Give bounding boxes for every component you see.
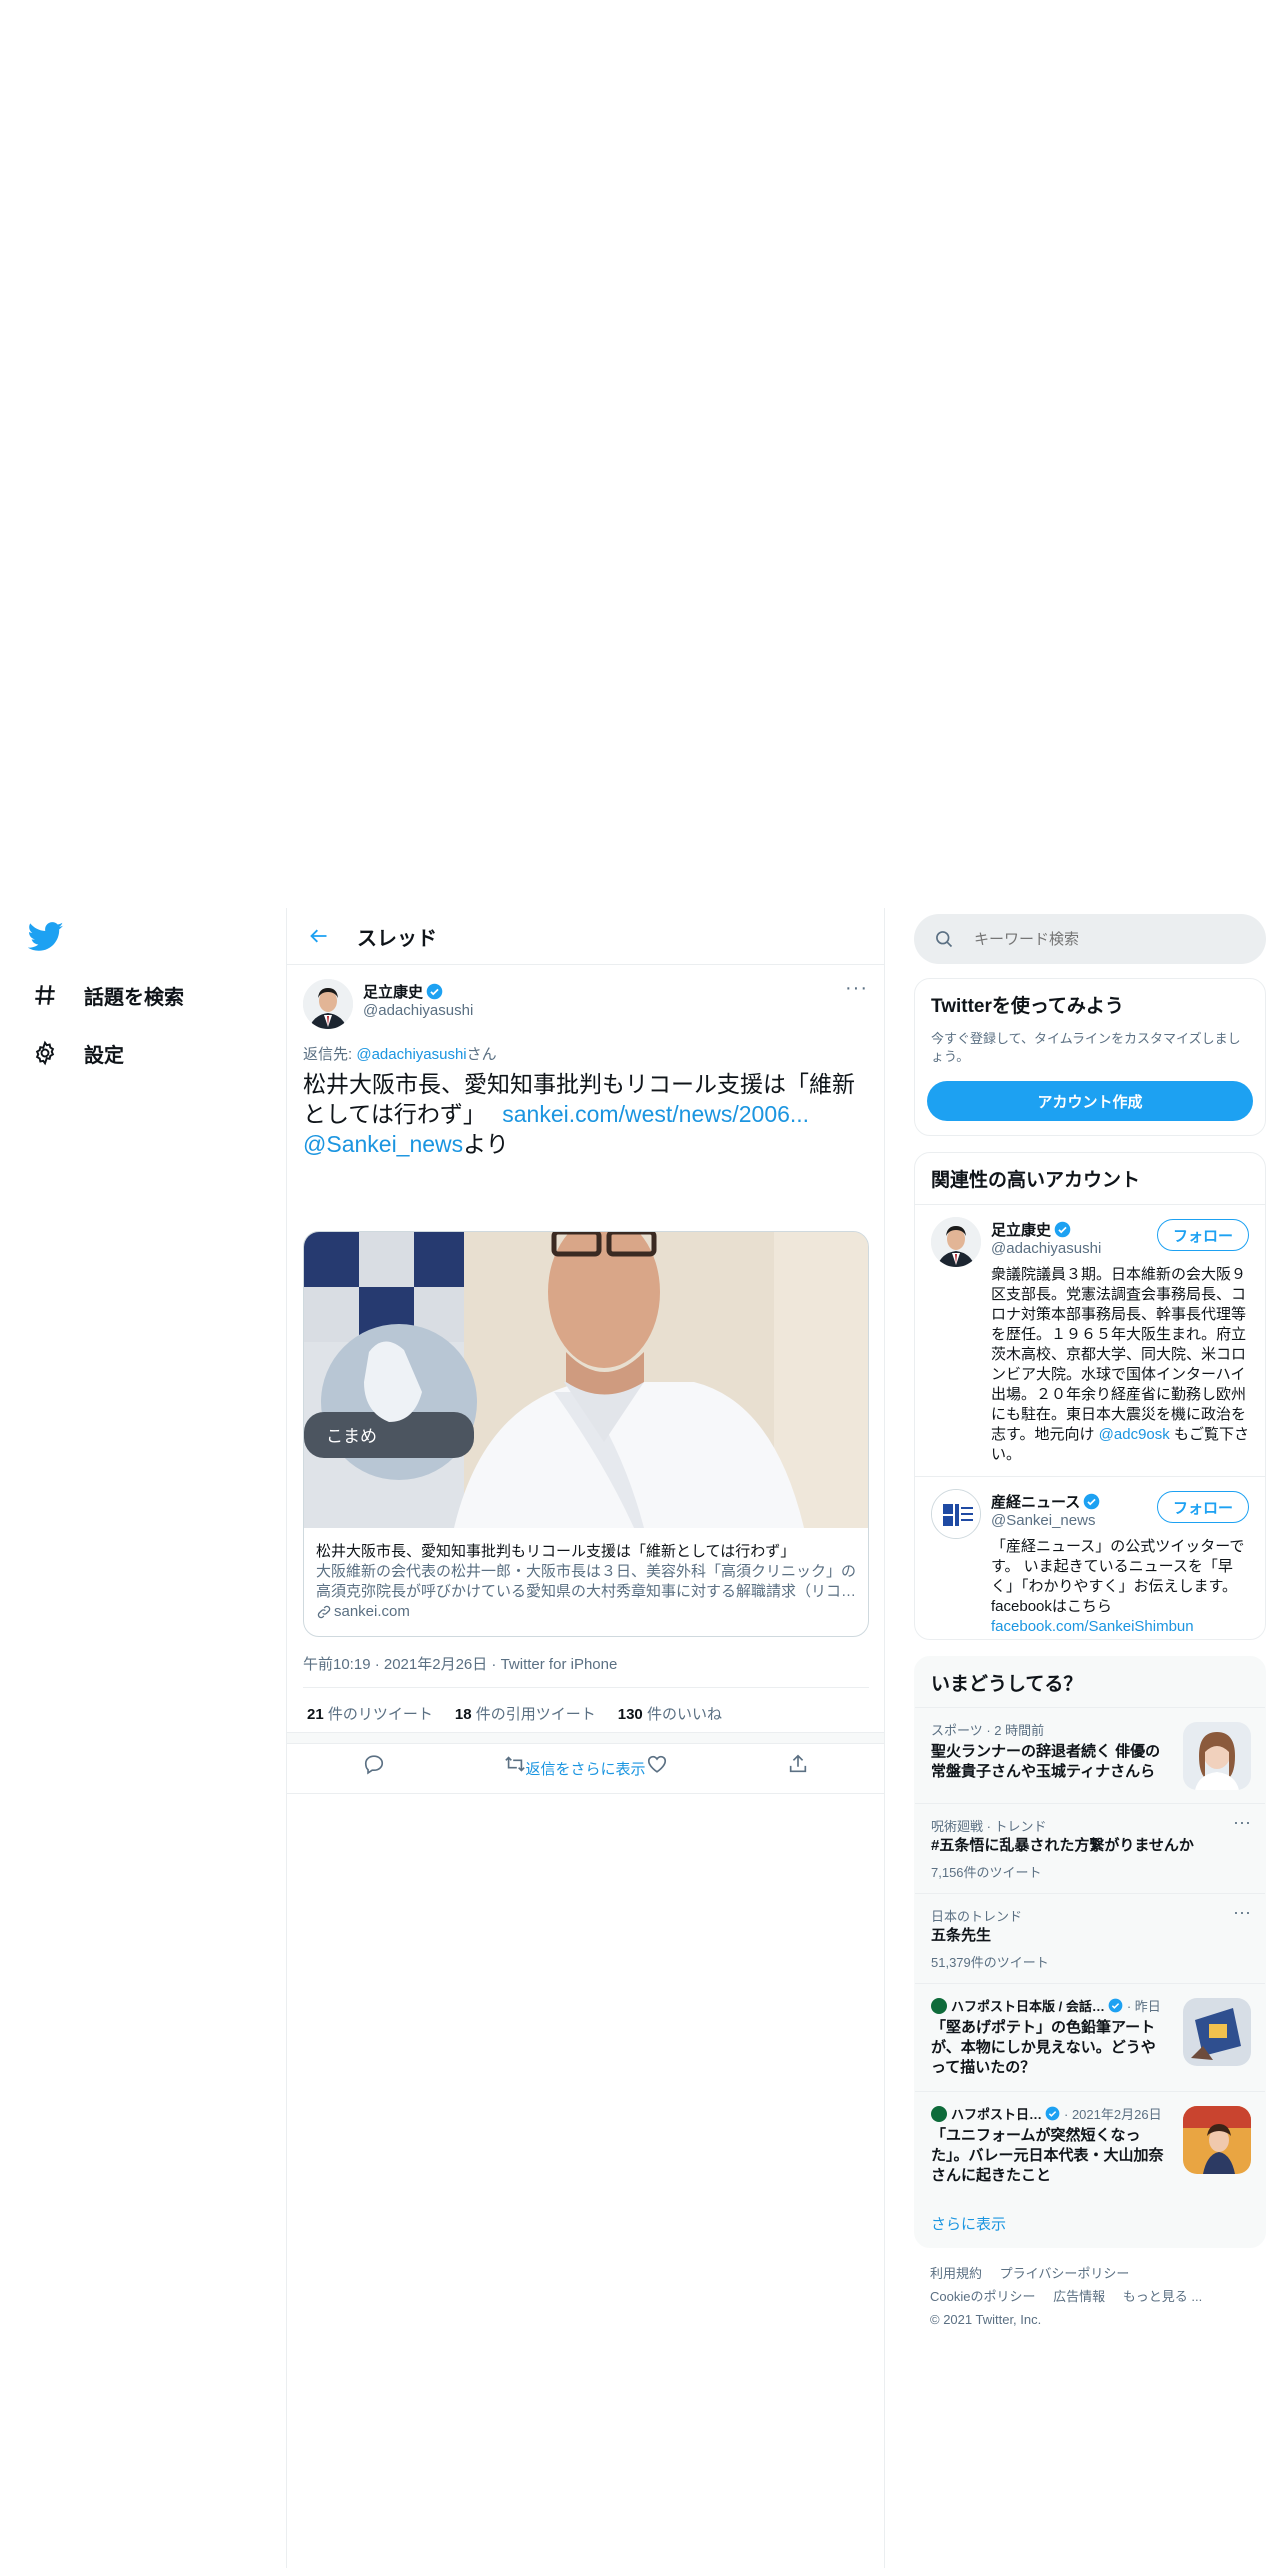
join-subtitle: 今すぐ登録して、タイムラインをカスタマイズしましょう。 bbox=[931, 1031, 1241, 1064]
trend-meta: 呪術廻戦 · トレンド bbox=[931, 1819, 1047, 1834]
trend-item[interactable]: 呪術廻戦 · トレンド ··· #五条悟に乱暴された方繋がりませんか 7,156… bbox=[915, 1803, 1265, 1893]
relevant-title: 関連性の高いアカウント bbox=[931, 1170, 1141, 1191]
trends-title: いまどうしてる？ bbox=[931, 1674, 1083, 1695]
trend-title: 「堅あげポテト」の色鉛筆アートが、本物にしか見えない。どうやって描いたの？ bbox=[931, 2019, 1156, 2076]
reply-to-line: 返信先: @adachiyasushiさん bbox=[303, 1046, 497, 1063]
trend-tweet-count: 51,379件のツイート bbox=[931, 1955, 1049, 1970]
back-arrow-icon[interactable] bbox=[301, 918, 337, 954]
trend-thumbnail bbox=[1183, 1998, 1251, 2066]
quote-tweets-stat[interactable]: 18 件の引用ツイート bbox=[455, 1703, 596, 1724]
twitter-logo-icon[interactable] bbox=[28, 922, 64, 952]
trend-thumbnail bbox=[1183, 1722, 1251, 1790]
account-name[interactable]: 足立康史 bbox=[991, 1219, 1071, 1240]
card-description: 大阪維新の会代表の松井一郎・大阪市長は３日、美容外科「高須クリニック」の高須克弥… bbox=[316, 1563, 856, 1600]
link-icon bbox=[317, 1605, 331, 1619]
account-handle[interactable]: @Sankei_news bbox=[991, 1512, 1095, 1529]
search-icon bbox=[936, 931, 953, 948]
card-body: 松井大阪市長、愛知知事批判もリコール支援は「維新としては行わず」 大阪維新の会代… bbox=[304, 1528, 868, 1622]
source-logo-icon bbox=[931, 1997, 947, 2014]
thread-divider bbox=[287, 1732, 884, 1744]
tweet-link[interactable]: sankei.com/west/news/2006... bbox=[502, 1101, 809, 1127]
nav-settings-label: 設定 bbox=[84, 1044, 124, 1067]
card-title: 松井大阪市長、愛知知事批判もリコール支援は「維新としては行わず」 bbox=[316, 1543, 796, 1560]
relevant-people-box: 関連性の高いアカウント 足立康史 @adachiyasushi フォロー 衆議院… bbox=[914, 1152, 1266, 1640]
thread-header: スレッド bbox=[287, 908, 884, 965]
likes-stat[interactable]: 130 件のいいね bbox=[618, 1703, 722, 1724]
gear-icon bbox=[28, 1036, 62, 1070]
footer-link-terms[interactable]: 利用規約 bbox=[930, 2266, 982, 2281]
footer: 利用規約 プライバシーポリシー Cookieのポリシー 広告情報 もっと見る .… bbox=[930, 2262, 1260, 2331]
tweet-text: 松井大阪市長、愛知知事批判もリコール支援は「維新としては行わず」 sankei.… bbox=[303, 1071, 855, 1157]
nav-explore[interactable]: 話題を検索 bbox=[28, 978, 184, 1012]
account-handle[interactable]: @adachiyasushi bbox=[991, 1240, 1101, 1257]
hashtag-icon bbox=[28, 978, 62, 1012]
trends-box: いまどうしてる？ スポーツ · 2 時間前 聖火ランナーの辞退者続く 俳優の常盤… bbox=[914, 1656, 1266, 2248]
create-account-button[interactable]: アカウント作成 bbox=[927, 1081, 1253, 1121]
account-name[interactable]: 産経ニュース bbox=[991, 1491, 1100, 1512]
trend-item[interactable]: 日本のトレンド ··· 五条先生 51,379件のツイート bbox=[915, 1893, 1265, 1983]
card-photo: こまめ bbox=[304, 1232, 868, 1528]
card-domain: sankei.com bbox=[316, 1602, 856, 1622]
account-bio: 「産経ニュース」の公式ツイッターです。 いま起きているニュースを「早く」「わかり… bbox=[991, 1538, 1245, 1635]
tweet-author-name[interactable]: 足立康史 bbox=[363, 981, 443, 1002]
trend-title: 五条先生 bbox=[931, 1927, 992, 1944]
tweet-timestamp[interactable]: 午前10:19 · 2021年2月26日 · Twitter for iPhon… bbox=[303, 1653, 617, 1674]
trend-thumbnail bbox=[1183, 2106, 1251, 2174]
tweet-mention-link[interactable]: @Sankei_news bbox=[303, 1131, 463, 1157]
verified-badge-icon bbox=[1054, 1221, 1071, 1238]
copyright: © 2021 Twitter, Inc. bbox=[930, 2312, 1042, 2327]
trend-meta: 日本のトレンド bbox=[931, 1909, 1023, 1924]
trend-title: #五条悟に乱暴された方繋がりませんか bbox=[931, 1837, 1194, 1854]
bio-link[interactable]: facebook.com/SankeiShimbun bbox=[991, 1618, 1194, 1635]
bio-link[interactable]: @adc9osk bbox=[1099, 1426, 1170, 1443]
trends-show-more-link[interactable]: さらに表示 bbox=[931, 2213, 1006, 2234]
verified-badge-icon bbox=[426, 983, 443, 1000]
verified-badge-icon bbox=[1083, 1493, 1100, 1510]
trend-item[interactable]: ハフポスト日本版 / 会話… · 昨日 「堅あげポテト」の色鉛筆アートが、本物に… bbox=[915, 1983, 1265, 2091]
search-bar[interactable] bbox=[914, 914, 1266, 964]
account-bio: 衆議院議員３期。日本維新の会大阪９区支部長。党憲法調査会事務局長、コロナ対策本部… bbox=[991, 1266, 1249, 1463]
trend-meta: スポーツ · 2 時間前 bbox=[931, 1723, 1045, 1738]
trend-meta: ハフポスト日本版 / 会話… · 昨日 bbox=[931, 1996, 1161, 2015]
page-title: スレッド bbox=[357, 927, 437, 950]
join-twitter-box: Twitterを使ってみよう 今すぐ登録して、タイムラインをカスタマイズしましょ… bbox=[914, 978, 1266, 1136]
avatar[interactable] bbox=[303, 979, 353, 1029]
join-title: Twitterを使ってみよう bbox=[931, 996, 1124, 1017]
search-input[interactable] bbox=[974, 930, 1254, 948]
tweet-author-handle[interactable]: @adachiyasushi bbox=[363, 1002, 473, 1019]
footer-link-ads[interactable]: 広告情報 bbox=[1053, 2289, 1105, 2304]
reply-to-handle-link[interactable]: @adachiyasushi bbox=[356, 1046, 466, 1063]
verified-badge-icon bbox=[1108, 1998, 1123, 2013]
source-logo-icon bbox=[931, 2105, 947, 2122]
follow-button[interactable]: フォロー bbox=[1157, 1219, 1249, 1251]
avatar[interactable] bbox=[931, 1217, 981, 1267]
verified-badge-icon bbox=[1045, 2106, 1060, 2121]
account-item[interactable]: 産経ニュース @Sankei_news フォロー 「産経ニュース」の公式ツイッタ… bbox=[915, 1476, 1265, 1636]
account-item[interactable]: 足立康史 @adachiyasushi フォロー 衆議院議員３期。日本維新の会大… bbox=[915, 1204, 1265, 1476]
nav-settings[interactable]: 設定 bbox=[28, 1036, 124, 1070]
main-column: スレッド 足立康史 @adachiyasushi ··· 返信先: @adach… bbox=[286, 908, 885, 2568]
footer-link-more[interactable]: もっと見る ... bbox=[1123, 2289, 1202, 2304]
avatar[interactable] bbox=[931, 1489, 981, 1539]
trend-title: 聖火ランナーの辞退者続く 俳優の常盤貴子さんや玉城ティナさんら bbox=[931, 1743, 1161, 1780]
trend-item[interactable]: ハフポスト日… · 2021年2月26日 「ユニフォームが突然短くなった」。バレ… bbox=[915, 2091, 1265, 2199]
more-options-icon[interactable]: ··· bbox=[845, 977, 868, 1000]
retweets-stat[interactable]: 21 件のリツイート bbox=[307, 1703, 433, 1724]
trend-meta: ハフポスト日… · 2021年2月26日 bbox=[931, 2104, 1162, 2123]
trend-tweet-count: 7,156件のツイート bbox=[931, 1865, 1042, 1880]
trend-title: 「ユニフォームが突然短くなった」。バレー元日本代表・大山加奈さんに起きたこと bbox=[931, 2127, 1164, 2184]
link-card[interactable]: こまめ 松井大阪市長、愛知知事批判もリコール支援は「維新としては行わず」 大阪維… bbox=[303, 1231, 869, 1637]
footer-link-cookies[interactable]: Cookieのポリシー bbox=[930, 2289, 1035, 2304]
show-more-replies-link[interactable]: 返信をさらに表示 bbox=[287, 1744, 884, 1794]
trend-item[interactable]: スポーツ · 2 時間前 聖火ランナーの辞退者続く 俳優の常盤貴子さんや玉城ティ… bbox=[915, 1707, 1265, 1803]
card-image-sign-text: こまめ bbox=[326, 1427, 377, 1446]
trend-more-icon[interactable]: ··· bbox=[1233, 1812, 1251, 1833]
footer-link-privacy[interactable]: プライバシーポリシー bbox=[1000, 2266, 1130, 2281]
trend-more-icon[interactable]: ··· bbox=[1233, 1902, 1251, 1923]
nav-explore-label: 話題を検索 bbox=[84, 986, 184, 1009]
follow-button[interactable]: フォロー bbox=[1157, 1491, 1249, 1523]
card-image: こまめ bbox=[304, 1232, 868, 1528]
